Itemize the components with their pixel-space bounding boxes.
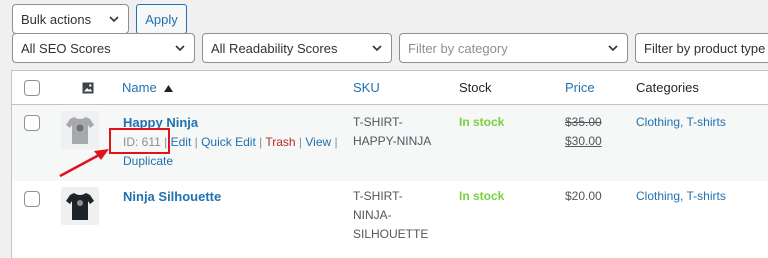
product-type-filter[interactable]: Filter by product type (635, 33, 768, 63)
seo-score-filter-label: All SEO Scores (21, 40, 111, 56)
stock-column-header: Stock (459, 80, 492, 95)
sku-line: T-SHIRT- (353, 189, 403, 203)
sku-line: NINJA- (353, 208, 392, 222)
bulk-actions-label: Bulk actions (21, 11, 92, 27)
chevron-down-icon (175, 45, 185, 52)
table-row: Ninja Silhouette T-SHIRT- NINJA- SILHOUE… (12, 181, 768, 258)
image-column-icon (82, 82, 94, 94)
sku-cell: T-SHIRT- NINJA- SILHOUETTE (353, 187, 428, 244)
grey-tshirt-icon (66, 117, 94, 144)
table-row: Happy Ninja ID: 611 | Edit | Quick Edit … (12, 105, 768, 181)
row-action-separator: | (331, 135, 338, 149)
category-filter-placeholder: Filter by category (408, 40, 508, 56)
seo-score-filter[interactable]: All SEO Scores (12, 33, 195, 63)
chevron-down-icon (109, 16, 119, 23)
row-checkbox[interactable] (24, 191, 40, 207)
sku-line: T-SHIRT- (353, 115, 403, 129)
black-tshirt-icon (66, 193, 94, 220)
table-header: Name SKU Stock Price Categories (12, 71, 768, 105)
stock-status: In stock (459, 115, 505, 129)
duplicate-link[interactable]: Duplicate (123, 154, 173, 168)
trash-link[interactable]: Trash (265, 135, 295, 149)
name-column-label: Name (122, 80, 157, 95)
red-arrow-icon (59, 149, 109, 178)
chevron-down-icon (372, 45, 382, 52)
sku-cell: T-SHIRT- HAPPY-NINJA (353, 113, 431, 151)
categories-column-header: Categories (636, 80, 699, 95)
category-filter[interactable]: Filter by category (399, 33, 628, 63)
categories-links[interactable]: Clothing, T-shirts (636, 113, 726, 132)
stock-status: In stock (459, 189, 505, 203)
price-cell: $35.00 $30.00 (565, 113, 602, 151)
edit-link[interactable]: Edit (171, 135, 192, 149)
chevron-down-icon (608, 45, 618, 52)
apply-button[interactable]: Apply (136, 4, 187, 34)
row-action-separator: | (255, 135, 266, 149)
product-name-link[interactable]: Ninja Silhouette (123, 189, 221, 204)
sku-line: HAPPY-NINJA (353, 134, 432, 148)
view-link[interactable]: View (305, 135, 331, 149)
categories-links[interactable]: Clothing, T-shirts (636, 187, 726, 206)
bulk-actions-select[interactable]: Bulk actions (12, 4, 129, 34)
id-highlight-box (109, 128, 170, 154)
readability-score-filter-label: All Readability Scores (211, 40, 338, 56)
readability-score-filter[interactable]: All Readability Scores (202, 33, 392, 63)
product-thumbnail[interactable] (61, 187, 99, 225)
regular-price: $35.00 (565, 115, 602, 129)
product-type-filter-placeholder: Filter by product type (644, 40, 766, 56)
price-cell: $20.00 (565, 189, 602, 203)
product-thumbnail[interactable] (61, 111, 99, 149)
row-checkbox[interactable] (24, 115, 40, 131)
price-column-header[interactable]: Price (565, 80, 595, 95)
row-action-separator: | (295, 135, 306, 149)
sku-line: SILHOUETTE (353, 227, 429, 241)
sku-column-header[interactable]: SKU (353, 80, 380, 95)
products-table: Name SKU Stock Price Categories Happy Ni… (11, 70, 768, 258)
sort-ascending-icon (164, 85, 174, 92)
select-all-checkbox[interactable] (24, 80, 40, 96)
name-column-header[interactable]: Name (122, 80, 174, 95)
sale-price: $30.00 (565, 134, 602, 148)
row-action-separator: | (191, 135, 202, 149)
quick-edit-link[interactable]: Quick Edit (201, 135, 256, 149)
